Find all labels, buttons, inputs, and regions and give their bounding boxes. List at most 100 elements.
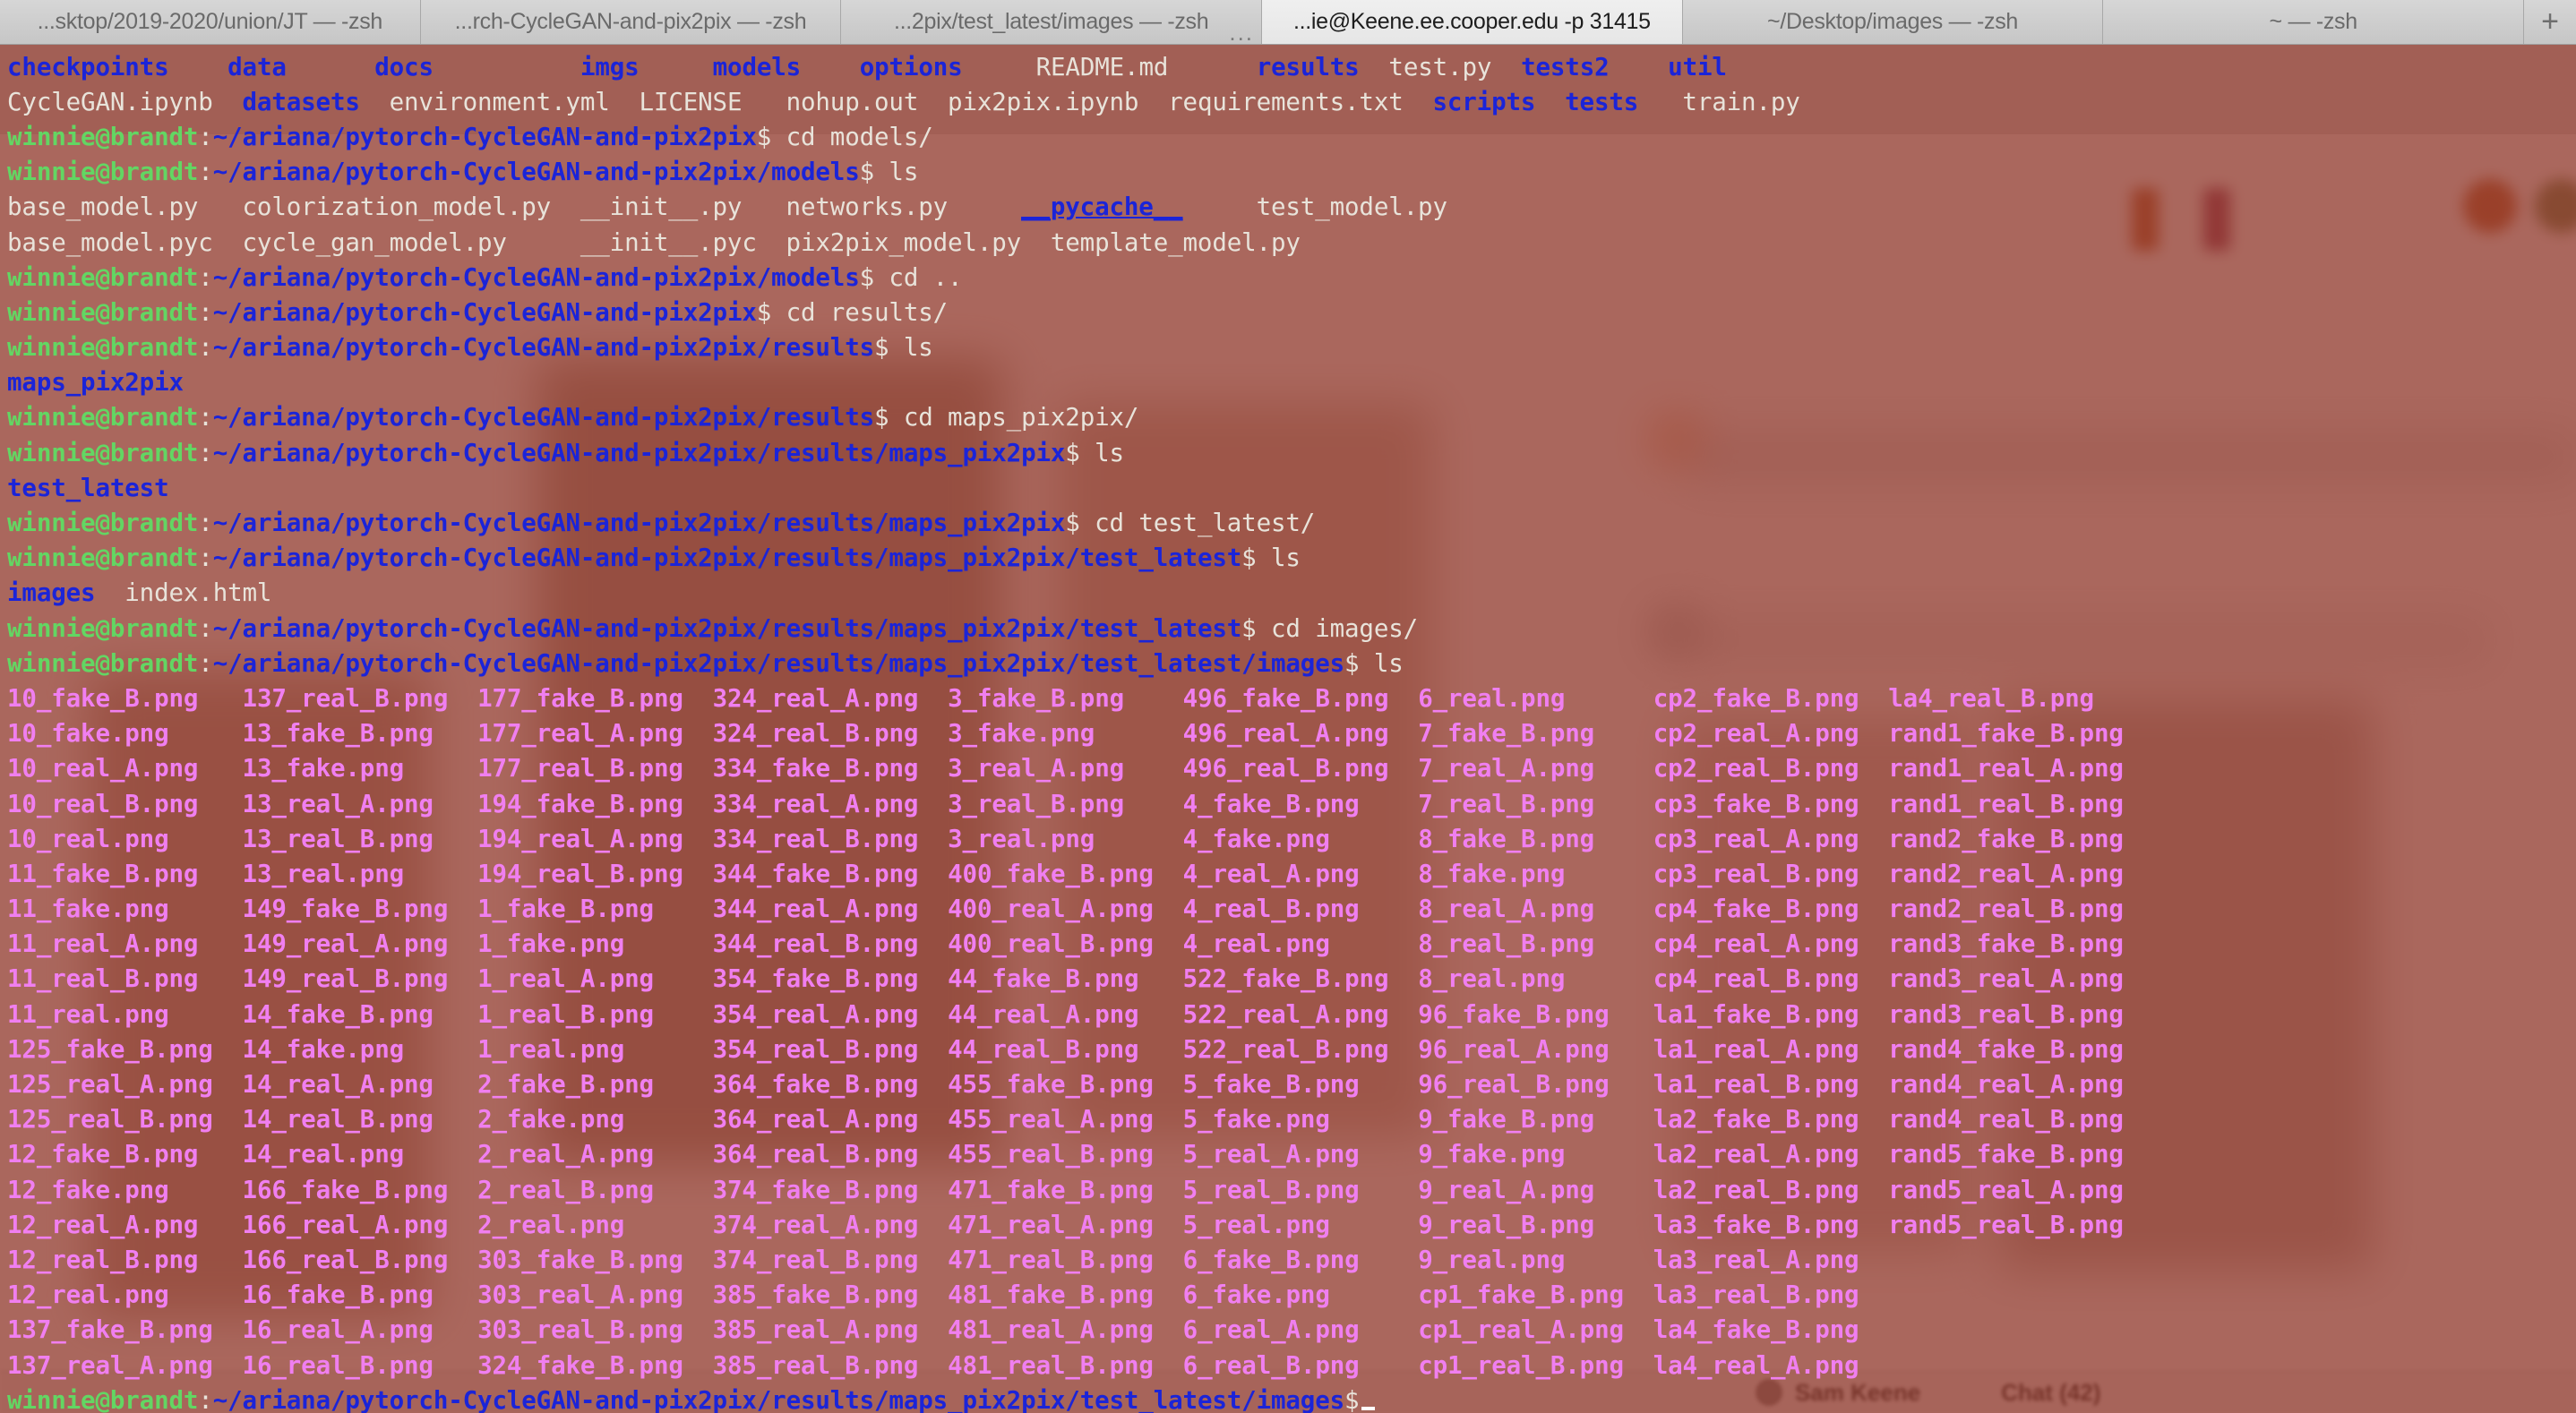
column-gap bbox=[198, 1140, 242, 1169]
file-name: 166_real_A.png bbox=[242, 1210, 449, 1239]
file-name: 4_real_A.png bbox=[1182, 859, 1360, 888]
file-name: 177_real_A.png bbox=[477, 719, 683, 749]
terminal-prompt-line: winnie@brandt:~/ariana/pytorch-CycleGAN-… bbox=[7, 400, 2576, 435]
column-gap bbox=[404, 754, 477, 783]
file-name: 96_real_A.png bbox=[1418, 1034, 1610, 1064]
file-listing-row: 12_fake.png 166_fake_B.png 2_real_B.png … bbox=[7, 1173, 2576, 1208]
tab-bar: ...sktop/2019-2020/union/JT — -zsh ...rch… bbox=[0, 0, 2576, 45]
column-gap bbox=[1565, 860, 1653, 888]
file-name: 471_fake_B.png bbox=[948, 1175, 1154, 1204]
terminal-output-line: CycleGAN.ipynb datasets environment.yml … bbox=[7, 85, 2576, 120]
column-gap bbox=[2124, 719, 2138, 748]
terminal-body[interactable]: cgml-midterm nohup.out pytorch-CycleGAN-… bbox=[0, 45, 2576, 1413]
column-gap bbox=[1859, 929, 1888, 958]
column-gap bbox=[448, 929, 477, 958]
terminal-text: ~/ariana/pytorch-CycleGAN-and-pix2pix/re… bbox=[212, 613, 1242, 643]
tab-3[interactable]: ...ie@Keene.ee.cooper.edu -p 31415 bbox=[1262, 0, 1683, 44]
column-gap bbox=[918, 719, 948, 748]
column-gap bbox=[1154, 929, 1183, 958]
file-name: cp3_real_A.png bbox=[1653, 824, 1859, 853]
file-name: 7_real_A.png bbox=[1418, 754, 1595, 784]
terminal-text: $ ls bbox=[1344, 648, 1404, 678]
terminal-text: : bbox=[198, 613, 213, 643]
tab-4[interactable]: ~/Desktop/images — -zsh bbox=[1682, 0, 2104, 44]
file-name: 334_fake_B.png bbox=[712, 754, 919, 784]
terminal-text: ~/ariana/pytorch-CycleGAN-and-pix2pix/re… bbox=[212, 648, 1345, 678]
terminal-text: : bbox=[198, 544, 213, 573]
file-name: 1_real_A.png bbox=[477, 964, 654, 994]
file-name: 44_real_A.png bbox=[948, 999, 1139, 1029]
column-gap bbox=[918, 1280, 948, 1309]
column-gap bbox=[1594, 895, 1653, 923]
column-gap bbox=[1330, 1211, 1418, 1239]
column-gap bbox=[448, 1176, 477, 1204]
tab-1[interactable]: ...rch-CycleGAN-and-pix2pix — -zsh bbox=[420, 0, 842, 44]
file-name: 6_real_A.png bbox=[1182, 1315, 1360, 1345]
file-name: la2_fake_B.png bbox=[1653, 1105, 1859, 1135]
file-name: 11_real.png bbox=[7, 999, 169, 1029]
column-gap bbox=[448, 964, 477, 993]
column-gap bbox=[434, 1315, 477, 1344]
column-gap bbox=[1330, 1105, 1418, 1134]
column-gap bbox=[1360, 790, 1419, 818]
file-name: 3_fake_B.png bbox=[948, 683, 1125, 713]
file-name: 13_real_B.png bbox=[242, 824, 434, 853]
file-name: 11_fake.png bbox=[7, 895, 169, 924]
file-name: 481_real_B.png bbox=[948, 1350, 1154, 1380]
column-gap bbox=[1360, 1176, 1419, 1204]
terminal-output-line: base_model.pyc cycle_gan_model.py __init… bbox=[7, 226, 2576, 261]
file-name: 12_real_B.png bbox=[7, 1245, 199, 1274]
tab-overflow-icon[interactable]: ... bbox=[1229, 21, 1254, 44]
file-name: 2_fake_B.png bbox=[477, 1070, 654, 1099]
file-name: 149_real_B.png bbox=[242, 964, 449, 994]
column-gap bbox=[683, 754, 713, 783]
file-name: 125_real_A.png bbox=[7, 1070, 213, 1099]
tab-5[interactable]: ~ — -zsh bbox=[2103, 0, 2525, 44]
tab-0[interactable]: ...sktop/2019-2020/union/JT — -zsh bbox=[0, 0, 421, 44]
file-name: 400_real_A.png bbox=[948, 895, 1154, 924]
file-name: 496_fake_B.png bbox=[1182, 683, 1389, 713]
column-gap bbox=[1154, 895, 1183, 923]
column-gap bbox=[434, 790, 477, 818]
file-name: 522_fake_B.png bbox=[1182, 964, 1389, 994]
terminal-text: index.html bbox=[95, 578, 272, 608]
terminal-active-prompt[interactable]: winnie@brandt:~/ariana/pytorch-CycleGAN-… bbox=[7, 1383, 2576, 1413]
terminal-text: $ ls bbox=[859, 158, 919, 187]
file-name: 2_fake.png bbox=[477, 1105, 625, 1135]
column-gap bbox=[683, 684, 713, 713]
file-name: la3_real_B.png bbox=[1653, 1280, 1859, 1310]
file-name: 496_real_A.png bbox=[1182, 719, 1389, 749]
file-name: 14_real.png bbox=[242, 1140, 405, 1169]
column-gap bbox=[2124, 1105, 2138, 1134]
file-name: 334_real_A.png bbox=[712, 789, 919, 818]
terminal-prompt-line: winnie@brandt:~/ariana/pytorch-CycleGAN-… bbox=[7, 436, 2576, 471]
tab-2[interactable]: ...2pix/test_latest/images — -zsh... bbox=[841, 0, 1263, 44]
file-listing-row: 12_fake_B.png 14_real.png 2_real_A.png 3… bbox=[7, 1137, 2576, 1172]
file-name: rand2_real_A.png bbox=[1888, 859, 2124, 888]
column-gap bbox=[654, 1070, 713, 1099]
file-name: 9_real_A.png bbox=[1418, 1175, 1595, 1204]
column-gap bbox=[1594, 929, 1653, 958]
column-gap bbox=[434, 825, 477, 853]
file-listing-row: 10_real.png 13_real_B.png 194_real_A.png… bbox=[7, 822, 2576, 857]
file-name: 10_real.png bbox=[7, 824, 169, 853]
column-gap bbox=[654, 1176, 713, 1204]
file-name: 137_fake_B.png bbox=[7, 1315, 213, 1345]
file-name: cp4_real_B.png bbox=[1653, 964, 1859, 994]
column-gap bbox=[168, 719, 242, 748]
file-name: la2_real_A.png bbox=[1653, 1140, 1859, 1169]
terminal-text: ~/ariana/pytorch-CycleGAN-and-pix2pix/mo… bbox=[212, 158, 860, 187]
terminal-text: winnie@brandt bbox=[7, 122, 199, 151]
new-tab-button[interactable]: + bbox=[2524, 0, 2576, 44]
column-gap bbox=[198, 790, 242, 818]
file-listing-row: 12_real_A.png 166_real_A.png 2_real.png … bbox=[7, 1208, 2576, 1243]
column-gap bbox=[683, 825, 713, 853]
terminal-text: ~/ariana/pytorch-CycleGAN-and-pix2pix/re… bbox=[212, 333, 875, 363]
column-gap bbox=[1565, 964, 1653, 993]
column-gap bbox=[448, 1246, 477, 1274]
tab-label: ...rch-CycleGAN-and-pix2pix — -zsh bbox=[454, 9, 807, 34]
column-gap bbox=[1565, 684, 1653, 713]
file-listing-row: 137_real_A.png 16_real_B.png 324_fake_B.… bbox=[7, 1349, 2576, 1383]
